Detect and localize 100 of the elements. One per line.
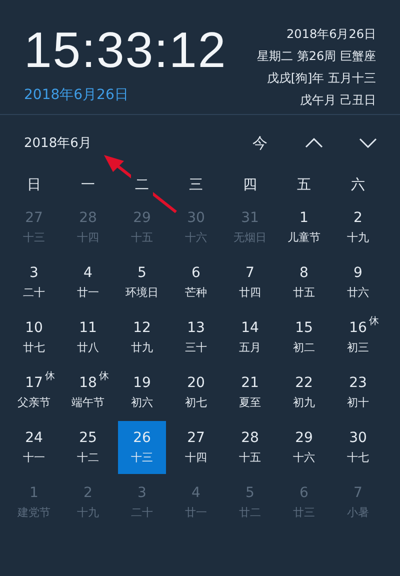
- calendar-day[interactable]: 8 廿五: [277, 256, 331, 309]
- lunar-date: 廿六: [347, 285, 369, 300]
- day-number: 6: [300, 485, 308, 501]
- today-button[interactable]: 今: [240, 128, 280, 158]
- lunar-date: 廿四: [239, 285, 261, 300]
- lunar-date: 初七: [185, 395, 207, 410]
- lunar-date: 五月: [239, 340, 261, 355]
- lunar-date: 十四: [185, 450, 207, 465]
- day-number: 6: [192, 265, 200, 281]
- lunar-date: 廿八: [77, 340, 99, 355]
- calendar-day[interactable]: 27 十四: [169, 421, 223, 474]
- day-number: 16: [349, 320, 367, 336]
- day-number: 29: [295, 430, 313, 446]
- date-info-line: 戊戌[狗]年 五月十三: [266, 70, 376, 87]
- day-number: 11: [79, 320, 97, 336]
- calendar-day[interactable]: 10 廿七: [7, 311, 61, 364]
- day-number: 30: [187, 210, 205, 226]
- day-number: 24: [25, 430, 43, 446]
- calendar-day[interactable]: 30 十七: [331, 421, 385, 474]
- calendar-day[interactable]: 24 十一: [7, 421, 61, 474]
- day-number: 12: [133, 320, 151, 336]
- lunar-date: 十四: [77, 230, 99, 245]
- calendar-day[interactable]: 25 十二: [61, 421, 115, 474]
- calendar-day[interactable]: 14 五月: [223, 311, 277, 364]
- day-number: 2: [354, 210, 362, 226]
- day-number: 26: [133, 430, 151, 446]
- calendar-day[interactable]: 28 十五: [223, 421, 277, 474]
- holiday-label: 休: [44, 370, 55, 383]
- lunar-date: 十三: [131, 450, 153, 465]
- day-number: 3: [138, 485, 146, 501]
- day-number: 19: [133, 375, 151, 391]
- day-number: 1: [30, 485, 38, 501]
- lunar-date: 父亲节: [18, 395, 50, 410]
- calendar-day[interactable]: 15 初二: [277, 311, 331, 364]
- lunar-date: 初六: [131, 395, 153, 410]
- day-number: 20: [187, 375, 205, 391]
- lunar-date: 建党节: [18, 505, 50, 520]
- day-number: 3: [30, 265, 38, 281]
- calendar-day[interactable]: 6 芒种: [169, 256, 223, 309]
- lunar-date: 端午节: [72, 395, 104, 410]
- lunar-date: 廿七: [23, 340, 45, 355]
- day-number: 7: [354, 485, 362, 501]
- lunar-date: 十一: [23, 450, 45, 465]
- calendar-day[interactable]: 21 夏至: [223, 366, 277, 419]
- lunar-date: 二十: [23, 285, 45, 300]
- calendar-day[interactable]: 20 初七: [169, 366, 223, 419]
- calendar-day[interactable]: 29 十六: [277, 421, 331, 474]
- day-number: 29: [133, 210, 151, 226]
- lunar-date: 初九: [293, 395, 315, 410]
- lunar-date: 十五: [131, 230, 153, 245]
- day-number: 17: [25, 375, 43, 391]
- lunar-date: 廿二: [239, 505, 261, 520]
- day-number: 23: [349, 375, 367, 391]
- lunar-date: 廿一: [77, 285, 99, 300]
- calendar-day[interactable]: 12 廿九: [115, 311, 169, 364]
- lunar-date: 十六: [185, 230, 207, 245]
- calendar-day[interactable]: 5 环境日: [115, 256, 169, 309]
- calendar-day[interactable]: 13 三十: [169, 311, 223, 364]
- day-number: 21: [241, 375, 259, 391]
- calendar-day[interactable]: 11 廿八: [61, 311, 115, 364]
- calendar-day[interactable]: 2 十九: [331, 201, 385, 254]
- calendar-day[interactable]: 22 初九: [277, 366, 331, 419]
- calendar-day[interactable]: 19 初六: [115, 366, 169, 419]
- day-number: 4: [84, 265, 92, 281]
- calendar-day[interactable]: 9 廿六: [331, 256, 385, 309]
- day-number: 15: [295, 320, 313, 336]
- lunar-date: 廿三: [293, 505, 315, 520]
- calendar-day[interactable]: 3 二十: [7, 256, 61, 309]
- lunar-date: 十三: [23, 230, 45, 245]
- date-info-line: 戊午月 己丑日: [299, 92, 376, 109]
- day-number: 22: [295, 375, 313, 391]
- calendar-day[interactable]: 7 廿四: [223, 256, 277, 309]
- holiday-label: 休: [98, 370, 109, 383]
- chevron-down-icon: [359, 138, 377, 148]
- day-number: 7: [246, 265, 254, 281]
- month-title[interactable]: 2018年6月: [24, 134, 92, 152]
- clock-date[interactable]: 2018年6月26日: [24, 86, 227, 104]
- day-number: 30: [349, 430, 367, 446]
- clock-time: 15:33:12: [24, 22, 227, 78]
- calendar-day[interactable]: 23 初十: [331, 366, 385, 419]
- day-number: 2: [84, 485, 92, 501]
- lunar-date: 十七: [347, 450, 369, 465]
- calendar-day[interactable]: 1 儿童节: [277, 201, 331, 254]
- lunar-date: 三十: [185, 340, 207, 355]
- lunar-date: 廿一: [185, 505, 207, 520]
- day-number: 10: [25, 320, 43, 336]
- day-number: 28: [241, 430, 259, 446]
- day-number: 28: [79, 210, 97, 226]
- day-number: 31: [241, 210, 259, 226]
- lunar-date: 芒种: [185, 285, 207, 300]
- chevron-up-icon: [305, 138, 323, 148]
- calendar-day[interactable]: 4 廿一: [61, 256, 115, 309]
- day-number: 18: [79, 375, 97, 391]
- date-info-line: 星期二 第26周 巨蟹座: [257, 48, 376, 65]
- calendar-day[interactable]: 26 十三: [118, 421, 166, 474]
- day-number: 5: [138, 265, 146, 281]
- lunar-date: 十六: [293, 450, 315, 465]
- day-number: 13: [187, 320, 205, 336]
- lunar-date: 十二: [77, 450, 99, 465]
- day-number: 27: [187, 430, 205, 446]
